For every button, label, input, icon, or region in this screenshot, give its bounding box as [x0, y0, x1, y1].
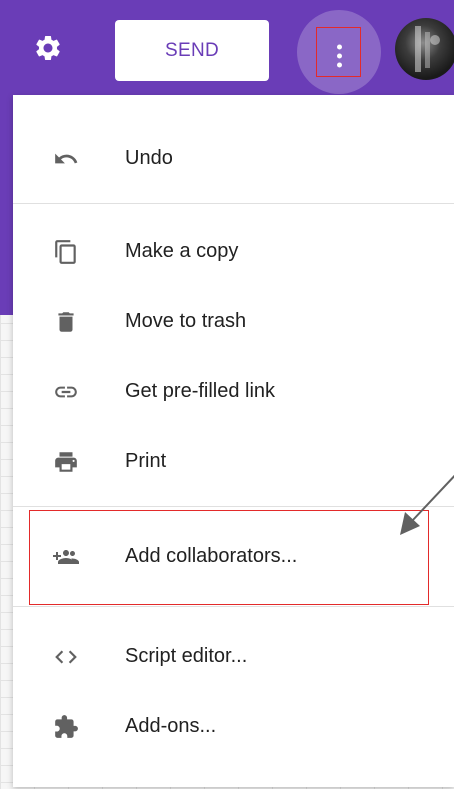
avatar[interactable]: [395, 18, 454, 80]
code-icon: [53, 644, 79, 670]
menu-item-print[interactable]: Print: [13, 433, 454, 489]
undo-icon: [53, 146, 79, 172]
menu-item-label: Make a copy: [125, 240, 239, 262]
menu-item-add-collaborators[interactable]: Add collaborators...: [13, 528, 454, 584]
menu-item-make-a-copy[interactable]: Make a copy: [13, 223, 454, 279]
add-people-icon: [53, 544, 79, 570]
menu-item-label: Get pre-filled link: [125, 380, 276, 402]
more-options-menu: Undo Make a copy Move to trash Get pre-f…: [13, 95, 454, 787]
menu-item-script-editor[interactable]: Script editor...: [13, 628, 454, 684]
menu-item-label: Undo: [125, 147, 173, 169]
gear-icon[interactable]: [33, 33, 63, 63]
trash-icon: [53, 309, 79, 335]
puzzle-icon: [53, 714, 79, 740]
left-accent-strip: [0, 95, 13, 315]
menu-item-undo[interactable]: Undo: [13, 130, 454, 186]
menu-divider: [13, 606, 454, 607]
menu-item-get-pre-filled-link[interactable]: Get pre-filled link: [13, 363, 454, 419]
copy-icon: [53, 239, 79, 265]
more-options-button[interactable]: [297, 10, 381, 94]
menu-divider: [13, 203, 454, 204]
menu-item-add-ons[interactable]: Add-ons...: [13, 698, 454, 754]
menu-item-move-to-trash[interactable]: Move to trash: [13, 293, 454, 349]
menu-item-label: Print: [125, 450, 167, 472]
menu-item-label: Add collaborators...: [125, 545, 298, 567]
menu-item-label: Move to trash: [125, 310, 247, 332]
menu-item-label: Add-ons...: [125, 715, 217, 737]
menu-divider: [13, 506, 454, 507]
menu-item-label: Script editor...: [125, 645, 248, 667]
send-button[interactable]: SEND: [115, 20, 269, 81]
more-vert-icon: [337, 44, 342, 68]
print-icon: [53, 449, 79, 475]
link-icon: [53, 379, 79, 405]
